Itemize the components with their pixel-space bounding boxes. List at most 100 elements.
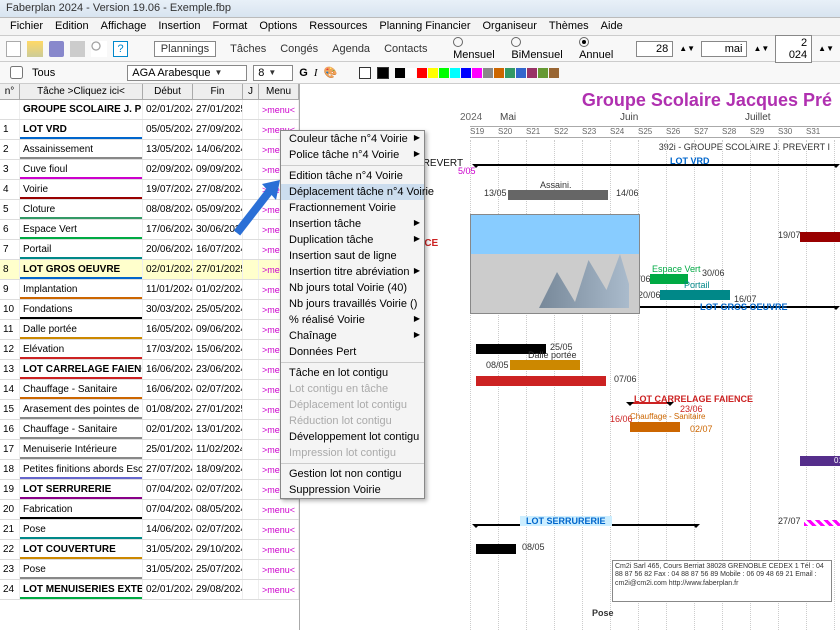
new-icon[interactable] bbox=[6, 41, 21, 57]
date-month[interactable]: mai bbox=[701, 41, 747, 57]
bold-icon[interactable]: G bbox=[299, 67, 308, 79]
swatch[interactable] bbox=[406, 68, 416, 78]
bar-voirie[interactable] bbox=[800, 232, 840, 242]
bar-hatched[interactable] bbox=[804, 520, 840, 526]
swatch[interactable] bbox=[472, 68, 482, 78]
table-row[interactable]: 14Chauffage - Sanitaire16/06/202402/07/2… bbox=[0, 380, 299, 400]
menu-affichage[interactable]: Affichage bbox=[101, 20, 147, 33]
italic-icon[interactable]: I bbox=[314, 67, 318, 79]
open-icon[interactable] bbox=[27, 41, 42, 57]
menu-item[interactable]: Données Pert bbox=[281, 344, 424, 360]
font-combo[interactable]: AGA Arabesque▼ bbox=[127, 65, 247, 81]
col-j[interactable]: J bbox=[243, 84, 259, 99]
table-row[interactable]: 3Cuve fioul02/09/202409/09/2024>menu< bbox=[0, 160, 299, 180]
menu-item[interactable]: Développement lot contigu bbox=[281, 429, 424, 445]
tab-conges[interactable]: Congés bbox=[280, 43, 318, 55]
menu-item[interactable]: Police tâche n°4 Voirie bbox=[281, 147, 424, 163]
table-row[interactable]: 22LOT COUVERTURE31/05/202429/10/2024>men… bbox=[0, 540, 299, 560]
bar-assainissement[interactable] bbox=[508, 190, 608, 200]
col-debut[interactable]: Début bbox=[143, 84, 193, 99]
swatch[interactable] bbox=[461, 68, 471, 78]
check-tous[interactable] bbox=[10, 66, 23, 79]
table-row[interactable]: 23Pose31/05/202425/07/2024>menu< bbox=[0, 560, 299, 580]
bar-fabrication[interactable] bbox=[476, 544, 516, 554]
table-row[interactable]: 17Menuiserie Intérieure25/01/202411/02/2… bbox=[0, 440, 299, 460]
menu-item[interactable]: Couleur tâche n°4 Voirie bbox=[281, 131, 424, 147]
menu-organiseur[interactable]: Organiseur bbox=[483, 20, 537, 33]
table-row[interactable]: 2Assainissement13/05/202414/06/2024>menu… bbox=[0, 140, 299, 160]
table-row[interactable]: 1LOT VRD05/05/202427/09/2024>menu< bbox=[0, 120, 299, 140]
size-combo[interactable]: 8▼ bbox=[253, 65, 293, 81]
swatch[interactable] bbox=[428, 68, 438, 78]
table-row[interactable]: 21Pose14/06/202402/07/2024>menu< bbox=[0, 520, 299, 540]
table-row[interactable]: 11Dalle portée16/05/202409/06/2024>menu< bbox=[0, 320, 299, 340]
swatch[interactable] bbox=[483, 68, 493, 78]
menu-item[interactable]: Nb jours travaillés Voirie () bbox=[281, 296, 424, 312]
menu-item[interactable]: Fractionnement Voirie bbox=[281, 200, 424, 216]
table-row[interactable]: 8LOT GROS OEUVRE02/01/202427/01/2025>men… bbox=[0, 260, 299, 280]
tab-plannings[interactable]: Plannings bbox=[154, 41, 216, 57]
swatch[interactable] bbox=[450, 68, 460, 78]
menu-ressources[interactable]: Ressources bbox=[309, 20, 367, 33]
menu-options[interactable]: Options bbox=[259, 20, 297, 33]
tab-agenda[interactable]: Agenda bbox=[332, 43, 370, 55]
bar-elevation[interactable] bbox=[476, 376, 606, 386]
col-fin[interactable]: Fin bbox=[193, 84, 243, 99]
bar-portail[interactable] bbox=[660, 290, 730, 300]
table-row[interactable]: 13LOT CARRELAGE FAIENCE16/06/202423/06/2… bbox=[0, 360, 299, 380]
swatch[interactable] bbox=[417, 68, 427, 78]
tab-taches[interactable]: Tâches bbox=[230, 43, 266, 55]
menu-item[interactable]: Nb jours total Voirie (40) bbox=[281, 280, 424, 296]
swatch[interactable] bbox=[527, 68, 537, 78]
print-icon[interactable] bbox=[70, 41, 85, 57]
date-year[interactable]: 2 024 bbox=[775, 35, 812, 63]
search-icon[interactable] bbox=[91, 41, 106, 57]
menu-aide[interactable]: Aide bbox=[601, 20, 623, 33]
menu-item[interactable]: Chaînage bbox=[281, 328, 424, 344]
swatch[interactable] bbox=[538, 68, 548, 78]
tab-contacts[interactable]: Contacts bbox=[384, 43, 427, 55]
col-n[interactable]: n° bbox=[0, 84, 20, 99]
menu-item[interactable]: Gestion lot non contigu bbox=[281, 466, 424, 482]
menu-insertion[interactable]: Insertion bbox=[158, 20, 200, 33]
bar-espvert[interactable] bbox=[650, 274, 688, 284]
table-row[interactable]: 7Portail20/06/202416/07/2024>menu< bbox=[0, 240, 299, 260]
table-row[interactable]: 24LOT MENUISERIES EXTERIEURES02/01/20242… bbox=[0, 580, 299, 600]
help-icon[interactable]: ? bbox=[113, 41, 128, 57]
color-palette[interactable] bbox=[395, 68, 559, 78]
menu-format[interactable]: Format bbox=[213, 20, 248, 33]
menu-item[interactable]: Duplication tâche bbox=[281, 232, 424, 248]
table-row[interactable]: 9Implantation11/01/202401/02/2024>menu< bbox=[0, 280, 299, 300]
menu-item[interactable]: Insertion tâche bbox=[281, 216, 424, 232]
menu-item[interactable]: Insertion saut de ligne bbox=[281, 248, 424, 264]
table-row[interactable]: 19LOT SERRURERIE07/04/202402/07/2024>men… bbox=[0, 480, 299, 500]
menu-edition[interactable]: Edition bbox=[55, 20, 89, 33]
table-row[interactable]: 16Chauffage - Sanitaire02/01/202413/01/2… bbox=[0, 420, 299, 440]
menu-item[interactable]: Déplacement tâche n°4 Voirie bbox=[281, 184, 424, 200]
swatch[interactable] bbox=[549, 68, 559, 78]
bar-chauff[interactable] bbox=[630, 422, 680, 432]
palette-icon[interactable]: 🎨 bbox=[323, 66, 337, 79]
menu-item[interactable]: Edition tâche n°4 Voirie bbox=[281, 168, 424, 184]
menu-item[interactable]: Tâche en lot contigu bbox=[281, 365, 424, 381]
menu-item[interactable]: % réalisé Voirie bbox=[281, 312, 424, 328]
table-row[interactable]: 15Arasement des pointes de pignons01/08/… bbox=[0, 400, 299, 420]
bar-dalle[interactable] bbox=[510, 360, 580, 370]
table-row[interactable]: 20Fabrication07/04/202408/05/2024>menu< bbox=[0, 500, 299, 520]
swatch[interactable] bbox=[395, 68, 405, 78]
menu-item[interactable]: Insertion titre abréviation bbox=[281, 264, 424, 280]
menu-planning-financier[interactable]: Planning Financier bbox=[379, 20, 470, 33]
date-day[interactable]: 28 bbox=[636, 41, 673, 57]
swatch[interactable] bbox=[516, 68, 526, 78]
fg-swatch[interactable] bbox=[377, 67, 389, 79]
col-task[interactable]: Tâche >Cliquez ici< bbox=[20, 84, 143, 99]
swatch[interactable] bbox=[505, 68, 515, 78]
table-row[interactable]: 12Elévation17/03/202415/06/2024>menu< bbox=[0, 340, 299, 360]
table-row[interactable]: GROUPE SCOLAIRE J. PREVERT02/01/202427/0… bbox=[0, 100, 299, 120]
swatch[interactable] bbox=[439, 68, 449, 78]
table-row[interactable]: 18Petites finitions abords Escaliers27/0… bbox=[0, 460, 299, 480]
save-icon[interactable] bbox=[49, 41, 64, 57]
radio-bimensuel[interactable]: BiMensuel bbox=[511, 36, 573, 61]
swatch[interactable] bbox=[494, 68, 504, 78]
radio-annuel[interactable]: Annuel bbox=[579, 36, 624, 61]
